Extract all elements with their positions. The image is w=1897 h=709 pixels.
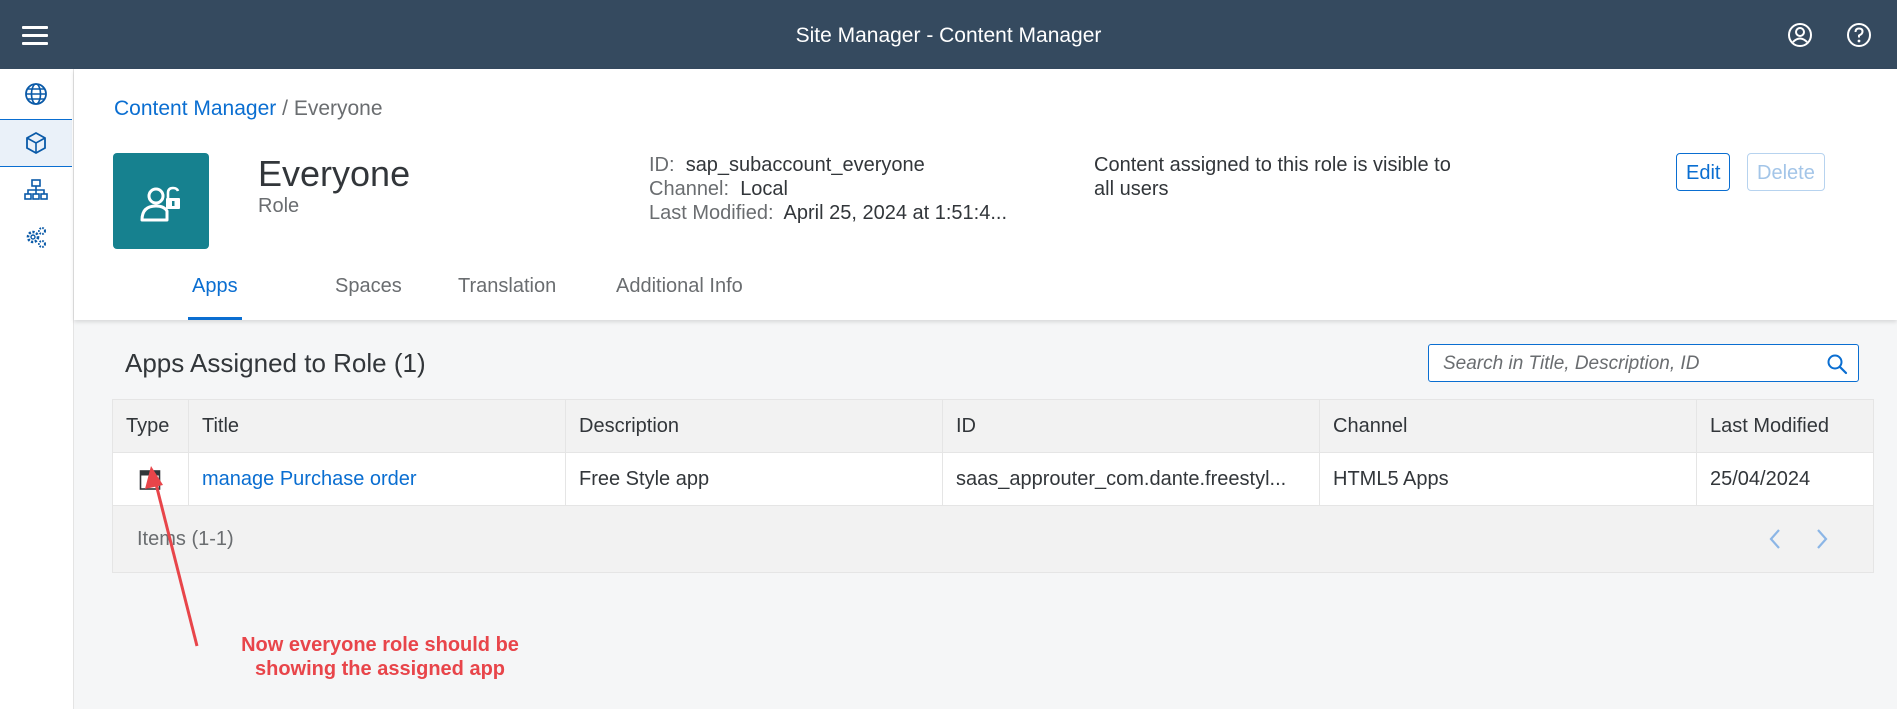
globe-icon [25,83,47,105]
nav-item-content-manager[interactable] [0,119,72,167]
annotation-line-2: showing the assigned app [254,658,506,680]
search-field[interactable] [1428,344,1859,383]
channel-label: Channel: [649,178,730,200]
cube-icon [26,131,46,155]
nav-item-hierarchy[interactable] [0,167,72,213]
nav-item-sites[interactable] [0,71,72,117]
edit-button[interactable]: Edit [1676,153,1731,191]
tab-spaces[interactable]: Spaces [335,275,402,320]
last-modified-value: April 25, 2024 at 1:51:4... [783,202,1008,224]
object-header: Content Manager / Everyone Everyone Role… [74,69,1897,320]
side-navigation [0,69,74,709]
id-cell: saas_approuter_com.dante.freestyl... [942,453,1319,505]
object-title: Everyone [258,153,411,194]
channel-value: Local [740,178,788,200]
nav-item-settings[interactable] [0,215,72,261]
breadcrumb-separator: / [282,97,288,120]
channel-cell: HTML5 Apps [1319,453,1696,505]
annotation-text: Now everyone role should be showing the … [215,633,545,681]
column-header-channel[interactable]: Channel [1319,400,1696,452]
breadcrumb: Content Manager / Everyone [114,97,383,121]
window-icon [139,470,161,490]
items-count: Items (1-1) [137,528,234,550]
column-header-type[interactable]: Type [113,400,188,452]
app-title-link[interactable]: manage Purchase order [188,453,565,505]
column-header-last-modified[interactable]: Last Modified [1696,400,1873,452]
breadcrumb-link[interactable]: Content Manager [114,97,276,120]
object-description: Content assigned to this role is visible… [1094,154,1451,200]
type-cell [113,453,188,505]
shell-bar: Site Manager - Content Manager [0,0,1897,69]
object-subtitle: Role [258,195,300,217]
id-label: ID: [649,154,675,176]
previous-page-icon[interactable] [1768,528,1782,550]
shell-title: Site Manager - Content Manager [795,24,1102,47]
table-row[interactable]: manage Purchase order Free Style app saa… [113,453,1873,506]
column-header-description[interactable]: Description [565,400,942,452]
description-cell: Free Style app [565,453,942,505]
tab-additional-info[interactable]: Additional Info [616,275,743,320]
column-header-id[interactable]: ID [942,400,1319,452]
column-header-title[interactable]: Title [188,400,565,452]
table-footer: Items (1-1) [113,506,1873,572]
gears-icon [26,227,46,248]
apps-table: Type Title Description ID Channel Last M… [112,399,1874,573]
breadcrumb-current: Everyone [293,97,383,120]
object-attributes: ID: sap_subaccount_everyone Channel: Loc… [649,153,1007,225]
user-unlocked-icon [140,186,180,222]
table-header-row: Type Title Description ID Channel Last M… [113,400,1873,453]
next-page-icon[interactable] [1815,528,1829,550]
id-value: sap_subaccount_everyone [685,154,925,176]
hierarchy-icon [24,179,48,200]
last-modified-cell: 25/04/2024 [1696,453,1873,505]
last-modified-label: Last Modified: [649,202,774,224]
user-icon[interactable] [1787,22,1813,48]
annotation-line-1: Now everyone role should be [241,634,519,656]
search-input[interactable] [1441,345,1825,383]
search-icon[interactable] [1826,353,1848,375]
section-title: Apps Assigned to Role (1) [125,348,426,378]
help-icon[interactable] [1846,22,1872,48]
delete-button[interactable]: Delete [1747,153,1825,191]
tab-translation[interactable]: Translation [458,275,556,320]
tab-apps[interactable]: Apps [188,275,242,320]
role-avatar [113,153,209,249]
